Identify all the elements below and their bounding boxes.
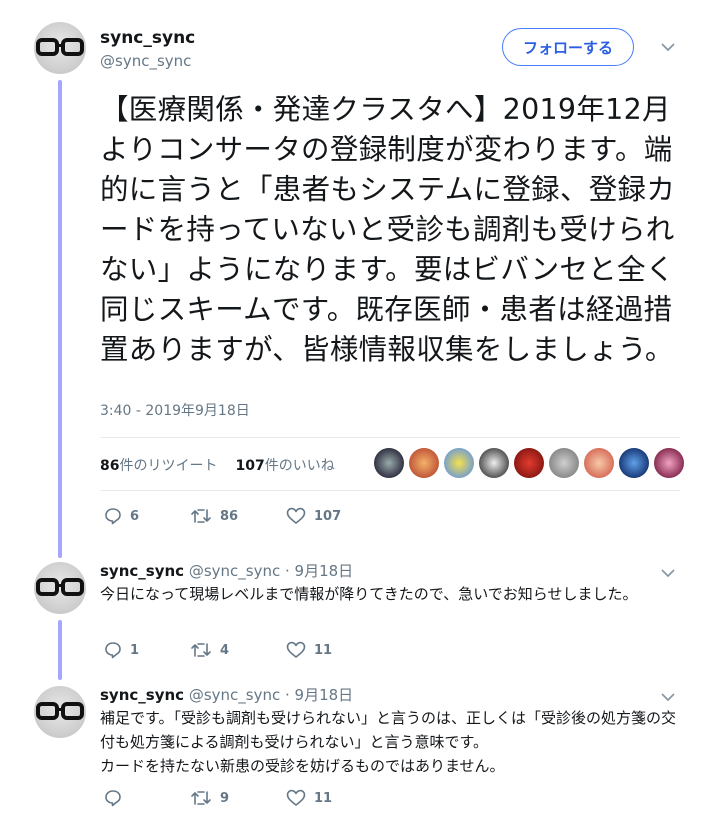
avatar[interactable]: [34, 686, 86, 738]
author-name[interactable]: sync_sync: [100, 28, 195, 48]
reply-header: sync_sync @sync_sync · 9月18日: [100, 560, 353, 581]
like-icon: [286, 507, 306, 525]
retweet-icon: [190, 507, 212, 525]
tweet-actions: 6 86 107: [104, 507, 341, 525]
avatar[interactable]: [34, 22, 86, 74]
like-count: 11: [314, 790, 333, 806]
reply-icon: [104, 507, 122, 525]
liker-avatar[interactable]: [654, 448, 684, 478]
thread-line-1: [58, 80, 62, 558]
likes-label: 件のいいね: [264, 458, 335, 474]
like-icon: [286, 789, 306, 807]
tweet-stats: 86件のリツイート 107件のいいね: [100, 455, 335, 475]
reply-action[interactable]: [104, 789, 190, 807]
retweet-count: 4: [220, 642, 230, 658]
liker-avatar[interactable]: [619, 448, 649, 478]
avatar[interactable]: [34, 562, 86, 614]
liker-avatar[interactable]: [409, 448, 439, 478]
liker-avatar[interactable]: [374, 448, 404, 478]
reply-icon: [104, 641, 122, 659]
reply-count: 6: [130, 508, 140, 524]
retweet-action[interactable]: 86: [190, 507, 286, 525]
thread-line-2: [58, 620, 62, 680]
liker-avatar[interactable]: [549, 448, 579, 478]
reply-icon: [104, 789, 122, 807]
liker-avatar[interactable]: [514, 448, 544, 478]
retweet-count: 86: [220, 508, 239, 524]
divider: [100, 490, 680, 491]
reply-handle-date[interactable]: @sync_sync · 9月18日: [189, 686, 353, 704]
liker-avatar[interactable]: [444, 448, 474, 478]
follow-button[interactable]: フォローする: [502, 28, 634, 66]
author-handle[interactable]: @sync_sync: [100, 52, 191, 70]
reply-author-name[interactable]: sync_sync: [100, 562, 184, 580]
tweet-text: 【医療関係・発達クラスタへ】2019年12月よりコンサータの登録制度が変わります…: [100, 93, 676, 366]
reply-action[interactable]: 1: [104, 641, 190, 659]
liker-avatar[interactable]: [584, 448, 614, 478]
reply-text: 今日になって現場レベルまで情報が降りてきたので、急いでお知らせしました。: [100, 585, 638, 603]
retweet-stat[interactable]: 86件のリツイート: [100, 455, 217, 475]
retweet-icon: [190, 789, 212, 807]
like-icon: [286, 641, 306, 659]
reply-header: sync_sync @sync_sync · 9月18日: [100, 684, 353, 705]
reply-actions: 9 11: [104, 789, 332, 807]
reply-count: 1: [130, 642, 140, 658]
reply-handle-date[interactable]: @sync_sync · 9月18日: [189, 562, 353, 580]
liker-avatars: [374, 448, 684, 478]
likes-count: 107: [235, 458, 265, 474]
retweets-count: 86: [100, 458, 120, 474]
retweet-count: 9: [220, 790, 230, 806]
reply-actions: 1 4 11: [104, 641, 332, 659]
like-action[interactable]: 107: [286, 507, 341, 525]
like-stat[interactable]: 107件のいいね: [235, 455, 334, 475]
tweet-timestamp[interactable]: 3:40 - 2019年9月18日: [100, 400, 250, 420]
divider: [100, 437, 680, 438]
retweet-action[interactable]: 4: [190, 641, 286, 659]
like-count: 107: [314, 508, 342, 524]
retweet-action[interactable]: 9: [190, 789, 286, 807]
retweets-label: 件のリツイート: [119, 458, 218, 474]
like-action[interactable]: 11: [286, 789, 332, 807]
chevron-down-icon[interactable]: [661, 40, 675, 56]
reply-text: 補足です。「受診も調剤も受けられない」と言うのは、正しくは「受診後の処方箋の交付…: [100, 709, 677, 775]
retweet-icon: [190, 641, 212, 659]
chevron-down-icon[interactable]: [661, 566, 675, 582]
like-count: 11: [314, 642, 333, 658]
reply-action[interactable]: 6: [104, 507, 190, 525]
liker-avatar[interactable]: [479, 448, 509, 478]
like-action[interactable]: 11: [286, 641, 332, 659]
reply-author-name[interactable]: sync_sync: [100, 686, 184, 704]
chevron-down-icon[interactable]: [661, 690, 675, 706]
